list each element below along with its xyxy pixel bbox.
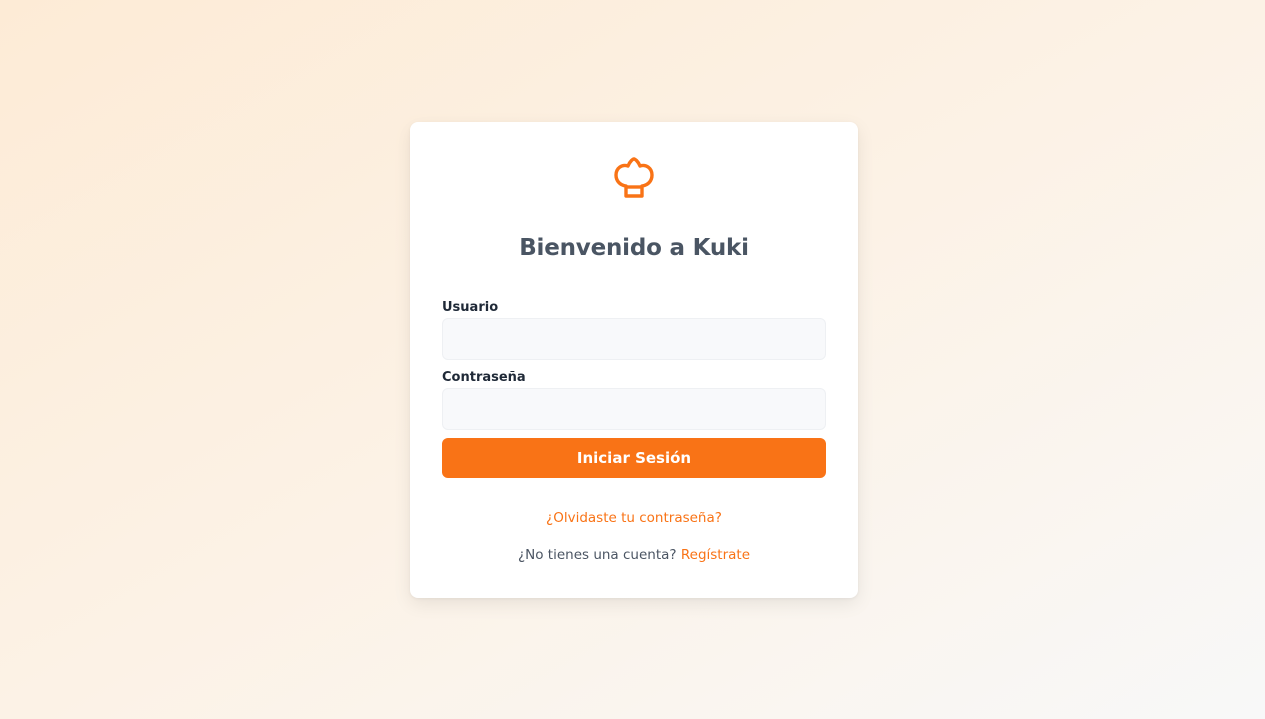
page-title: Bienvenido a Kuki [519, 235, 749, 261]
signup-row: ¿No tienes una cuenta? Regístrate [410, 547, 858, 563]
username-label: Usuario [442, 300, 499, 315]
login-button[interactable]: Iniciar Sesión [442, 438, 826, 478]
signup-link[interactable]: Regístrate [681, 547, 750, 563]
password-label: Contraseña [442, 370, 526, 385]
signup-prompt: ¿No tienes una cuenta? [517, 547, 677, 563]
login-card: Bienvenido a Kuki Usuario Contraseña Ini… [410, 122, 858, 598]
password-input[interactable] [442, 388, 826, 430]
forgot-password-link[interactable]: ¿Olvidaste tu contraseña? [546, 510, 722, 526]
chef-hat-icon [614, 157, 654, 198]
username-input[interactable] [442, 318, 826, 360]
forgot-password-row: ¿Olvidaste tu contraseña? [410, 507, 858, 526]
